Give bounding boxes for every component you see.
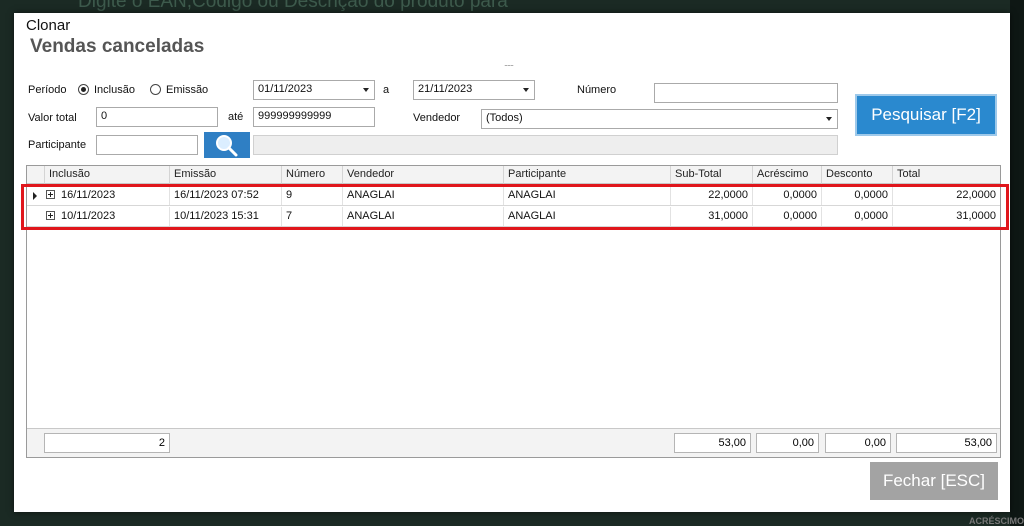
date-to-value: 21/11/2023 (418, 83, 473, 95)
ate-label: até (228, 111, 244, 123)
background-right-panel: ACRÉSCIMO (969, 0, 1024, 526)
chevron-down-icon[interactable] (826, 117, 832, 121)
background-right-text: ACRÉSCIMO (968, 516, 1024, 526)
valor-from-input[interactable]: 0 (96, 107, 218, 127)
search-button[interactable]: Pesquisar [F2] (855, 94, 997, 136)
valor-to-input[interactable]: 999999999999 (253, 107, 375, 127)
date-from-combo[interactable]: 01/11/2023 (253, 80, 375, 100)
column-header-inclusao[interactable]: Inclusão (45, 166, 170, 184)
column-header-numero[interactable]: Número (282, 166, 343, 184)
chevron-down-icon[interactable] (363, 88, 369, 92)
page-title: Vendas canceladas (30, 36, 205, 57)
footer-total: 53,00 (896, 433, 997, 453)
column-header-participante[interactable]: Participante (504, 166, 671, 184)
date-to-combo[interactable]: 21/11/2023 (413, 80, 535, 100)
radio-inclusao[interactable] (78, 84, 89, 95)
participante-name-display (253, 135, 838, 155)
numero-input[interactable] (654, 83, 838, 103)
participante-search-button[interactable] (204, 132, 250, 158)
column-header-desconto[interactable]: Desconto (822, 166, 893, 184)
a-label: a (383, 84, 390, 96)
column-header-vendedor[interactable]: Vendedor (343, 166, 504, 184)
participante-input[interactable] (96, 135, 198, 155)
chevron-down-icon[interactable] (523, 88, 529, 92)
vendedor-value: (Todos) (486, 112, 523, 124)
grid-indicator-header (27, 166, 45, 184)
close-button[interactable]: Fechar [ESC] (870, 462, 998, 500)
radio-emissao[interactable] (150, 84, 161, 95)
footer-subtotal: 53,00 (674, 433, 751, 453)
column-header-subtotal[interactable]: Sub-Total (671, 166, 753, 184)
background-hint-text: Digite o EAN,Código ou Descrição do prod… (78, 0, 508, 12)
footer-count: 2 (44, 433, 170, 453)
participante-label: Participante (28, 139, 87, 151)
highlight-annotation-box (21, 184, 1009, 230)
drag-grip[interactable]: ...... (504, 58, 514, 68)
numero-label: Número (577, 84, 617, 96)
footer-acrescimo: 0,00 (756, 433, 819, 453)
column-header-acrescimo[interactable]: Acréscimo (753, 166, 822, 184)
valor-total-label: Valor total (28, 112, 77, 124)
radio-inclusao-label[interactable]: Inclusão (94, 84, 135, 96)
vendedor-select[interactable]: (Todos) (481, 109, 838, 129)
column-header-emissao[interactable]: Emissão (170, 166, 282, 184)
dialog-caption: Clonar (26, 17, 71, 34)
vendas-canceladas-dialog: Clonar Vendas canceladas ...... Período … (14, 13, 1010, 512)
periodo-label: Período (28, 84, 67, 96)
column-header-total[interactable]: Total (893, 166, 1000, 184)
radio-emissao-label[interactable]: Emissão (166, 84, 208, 96)
vendedor-label: Vendedor (413, 112, 461, 124)
footer-desconto: 0,00 (825, 433, 891, 453)
date-from-value: 01/11/2023 (258, 83, 313, 95)
magnifier-icon (216, 135, 238, 157)
grid-footer: 2 53,00 0,00 0,00 53,00 (27, 428, 1000, 457)
